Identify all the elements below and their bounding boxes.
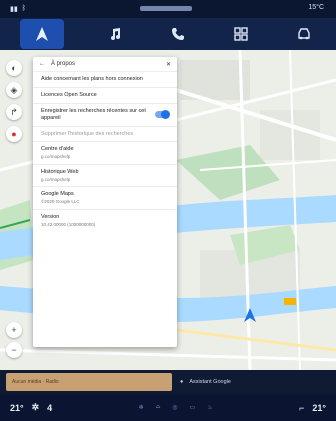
phone-tab[interactable] — [166, 22, 190, 46]
plus-icon: + — [11, 325, 17, 335]
apps-tab[interactable] — [229, 22, 253, 46]
toggle-switch[interactable] — [155, 110, 170, 120]
left-temperature[interactable]: 21° — [10, 403, 24, 413]
climate-right: ⌐ 21° — [299, 403, 326, 413]
item-sub: ©2020 Google LLC — [41, 199, 80, 205]
item-sub: 10.42.00000 (1000000000) — [41, 221, 96, 227]
climate-controls: ❄ ⌓ ◎ ▭ ♨ — [139, 404, 213, 411]
compass-icon: ◐ — [11, 63, 17, 73]
item-label: Licences Open Source — [41, 91, 97, 98]
climate-bar: 21° ✲ 4 ❄ ⌓ ◎ ▭ ♨ ⌐ 21° — [0, 394, 336, 421]
route-button[interactable]: ↱ — [6, 104, 22, 120]
item-label: Centre d'aide — [41, 146, 74, 153]
status-temp: 15°C — [308, 4, 324, 11]
list-item[interactable]: Google Maps ©2020 Google LLC — [33, 187, 177, 210]
panel-header: ← À propos ✕ — [33, 57, 177, 72]
media-source[interactable]: Aucun média · Radio — [6, 373, 172, 391]
list-item[interactable]: Enregistrer les recherches récentes sur … — [33, 104, 177, 127]
navigation-tab[interactable] — [19, 19, 64, 49]
media-source-label: Aucun média · Radio — [12, 379, 59, 385]
list-item[interactable]: Historique Web g.co/mapshelp — [33, 165, 177, 188]
location-arrow-icon — [244, 308, 256, 322]
item-label: Supprimer l'historique des recherches — [41, 130, 134, 137]
screen: ▮▮ ᛒ 15°C ◐ ◈ ↱ ● + − ← À propos ✕ Aide … — [0, 0, 336, 421]
item-label: Enregistrer les recherches récentes sur … — [41, 107, 146, 121]
back-icon[interactable]: ← — [39, 61, 45, 67]
zoom-in-button[interactable]: + — [6, 322, 22, 338]
apps-icon — [234, 27, 248, 41]
minus-icon: − — [11, 345, 17, 355]
zoom-out-button[interactable]: − — [6, 342, 22, 358]
compass-button[interactable]: ◐ — [6, 60, 22, 76]
media-bar: Aucun média · Radio ● Assistant Google — [0, 370, 336, 394]
item-label: Version — [41, 213, 60, 220]
ac-icon[interactable]: ❄ — [139, 404, 144, 411]
assistant-label: Assistant Google — [189, 379, 231, 385]
defrost-front-icon[interactable]: ⌓ — [156, 404, 161, 411]
list-item[interactable]: Licences Open Source — [33, 88, 177, 104]
list-item: Supprimer l'historique des recherches — [33, 127, 177, 143]
pin-icon: ● — [11, 129, 17, 139]
signal-icon: ▮▮ — [10, 6, 18, 13]
microphone-icon: ● — [180, 379, 184, 385]
close-icon[interactable]: ✕ — [166, 61, 171, 68]
assistant-bar[interactable]: ● Assistant Google — [172, 373, 336, 391]
music-tab[interactable] — [103, 22, 127, 46]
navigation-icon — [35, 27, 48, 41]
toggle-knob — [161, 110, 170, 120]
route-icon: ↱ — [10, 106, 18, 117]
about-panel: ← À propos ✕ Aide concernant les plans h… — [33, 57, 177, 347]
list-item[interactable]: Aide concernant les plans hors connexion — [33, 72, 177, 88]
layers-button[interactable]: ◈ — [6, 82, 22, 98]
status-center-indicator — [140, 6, 192, 11]
music-icon — [110, 28, 120, 40]
pin-button[interactable]: ● — [6, 126, 22, 142]
seat-heat-icon[interactable]: ♨ — [207, 404, 212, 411]
bluetooth-icon: ᛒ — [21, 5, 26, 12]
status-bar: ▮▮ ᛒ 15°C — [0, 0, 336, 18]
item-sub: g.co/mapshelp — [41, 154, 71, 160]
status-icons: ▮▮ ᛒ — [10, 5, 26, 13]
list-item[interactable]: Version 10.42.00000 (1000000000) — [33, 210, 177, 232]
app-bar — [0, 18, 336, 50]
item-sub: g.co/mapshelp — [41, 176, 71, 182]
right-temperature[interactable]: 21° — [312, 403, 326, 413]
car-icon — [298, 28, 311, 40]
defrost-rear-icon[interactable]: ▭ — [190, 404, 196, 411]
fan-level: 4 — [47, 402, 53, 413]
car-tab[interactable] — [292, 22, 316, 46]
item-label: Google Maps — [41, 191, 74, 198]
seat-icon[interactable]: ⌐ — [299, 403, 304, 413]
panel-title: À propos — [51, 61, 76, 67]
climate-left: 21° ✲ 4 — [10, 402, 52, 413]
item-label: Aide concernant les plans hors connexion — [41, 76, 143, 82]
layers-icon: ◈ — [10, 84, 18, 95]
auto-icon[interactable]: ◎ — [172, 404, 177, 411]
fan-icon[interactable]: ✲ — [32, 402, 40, 413]
phone-icon — [171, 28, 184, 40]
list-item[interactable]: Centre d'aide g.co/mapshelp — [33, 142, 177, 165]
item-label: Historique Web — [41, 168, 79, 175]
